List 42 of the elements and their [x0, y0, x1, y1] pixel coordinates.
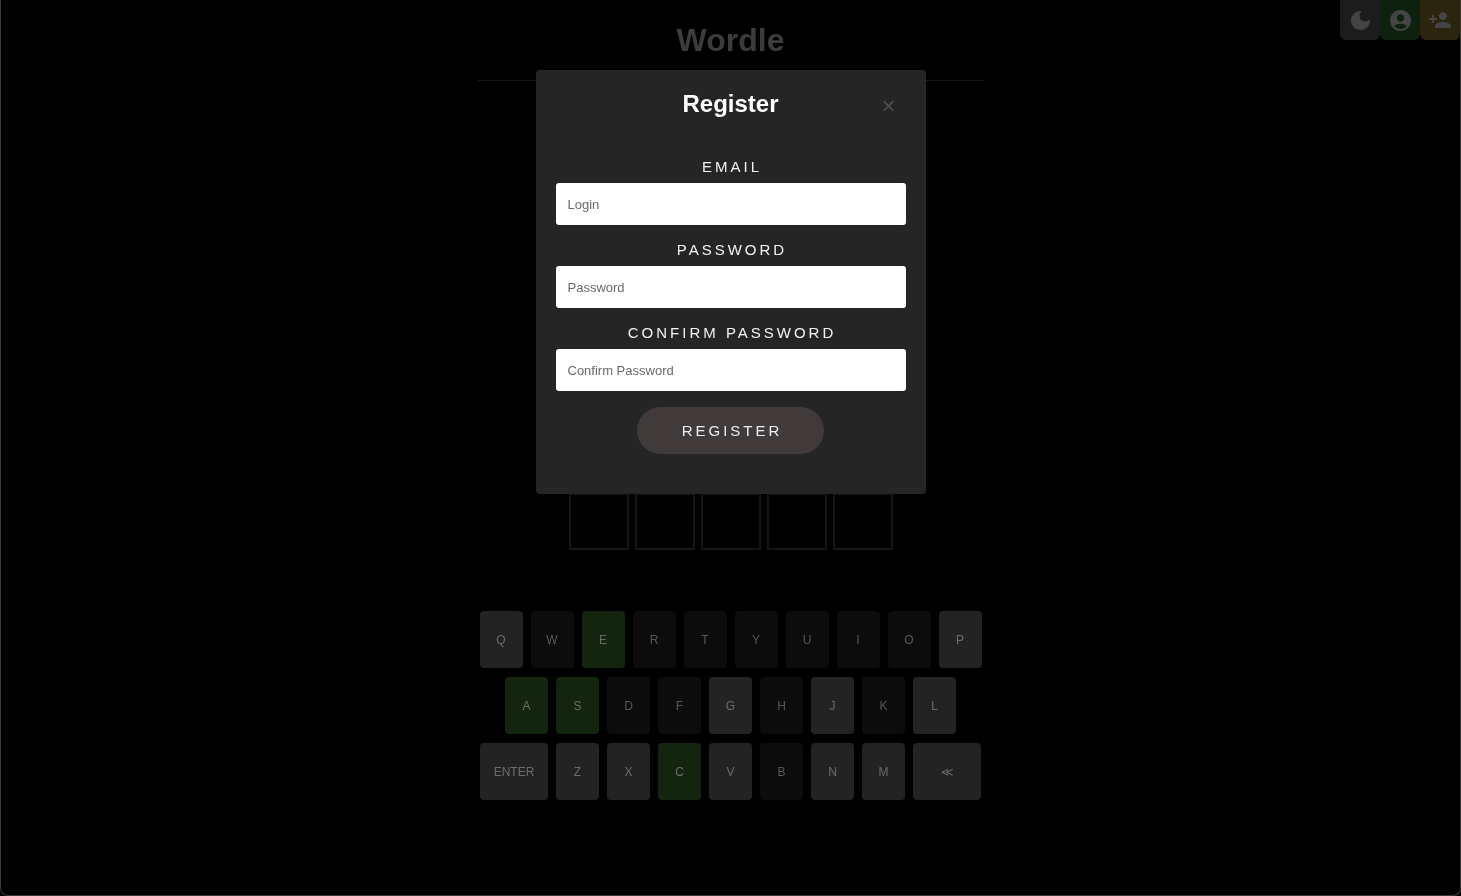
keyboard-key[interactable]: U: [785, 611, 829, 668]
keyboard-key[interactable]: N: [811, 743, 854, 800]
keyboard-key[interactable]: A: [505, 677, 548, 734]
app-title: Wordle: [676, 21, 785, 60]
keyboard-key[interactable]: Y: [734, 611, 778, 668]
add-user-icon: [1429, 12, 1451, 28]
keyboard-key[interactable]: W: [530, 611, 574, 668]
moon-icon: [1350, 10, 1370, 30]
keyboard-key[interactable]: J: [811, 677, 854, 734]
keyboard-key[interactable]: P: [938, 611, 982, 668]
keyboard-key[interactable]: V: [709, 743, 752, 800]
keyboard-key[interactable]: F: [658, 677, 701, 734]
close-button[interactable]: ×: [881, 92, 896, 120]
keyboard-key[interactable]: ≪: [913, 743, 981, 800]
add-user-button[interactable]: [1420, 0, 1460, 40]
input-field[interactable]: Login: [555, 183, 906, 225]
keyboard-key[interactable]: Z: [556, 743, 599, 800]
field-label: EMAIL: [701, 157, 762, 177]
keyboard-key[interactable]: T: [683, 611, 727, 668]
keyboard-key[interactable]: X: [607, 743, 650, 800]
account-button[interactable]: [1380, 0, 1420, 40]
field-label: CONFIRM PASSWORD: [626, 323, 837, 343]
keyboard-key[interactable]: L: [913, 677, 956, 734]
keyboard-key[interactable]: K: [862, 677, 905, 734]
keyboard-key[interactable]: ENTER: [480, 743, 548, 800]
keyboard-key[interactable]: D: [607, 677, 650, 734]
keyboard-key[interactable]: G: [709, 677, 752, 734]
theme-button[interactable]: [1340, 0, 1380, 40]
input-field[interactable]: Confirm Password: [555, 349, 906, 391]
input-field[interactable]: Password: [555, 266, 906, 308]
keyboard-key[interactable]: H: [760, 677, 803, 734]
keyboard-key[interactable]: O: [887, 611, 931, 668]
keyboard-key[interactable]: R: [632, 611, 676, 668]
keyboard-key[interactable]: M: [862, 743, 905, 800]
keyboard-key[interactable]: E: [581, 611, 625, 668]
keyboard-key[interactable]: B: [760, 743, 803, 800]
dialog-title: Register: [682, 89, 779, 119]
field-label: PASSWORD: [675, 240, 788, 260]
keyboard-key[interactable]: Q: [479, 611, 523, 668]
keyboard-key[interactable]: C: [658, 743, 701, 800]
register-button[interactable]: REGISTER: [637, 407, 824, 454]
keyboard-key[interactable]: S: [556, 677, 599, 734]
